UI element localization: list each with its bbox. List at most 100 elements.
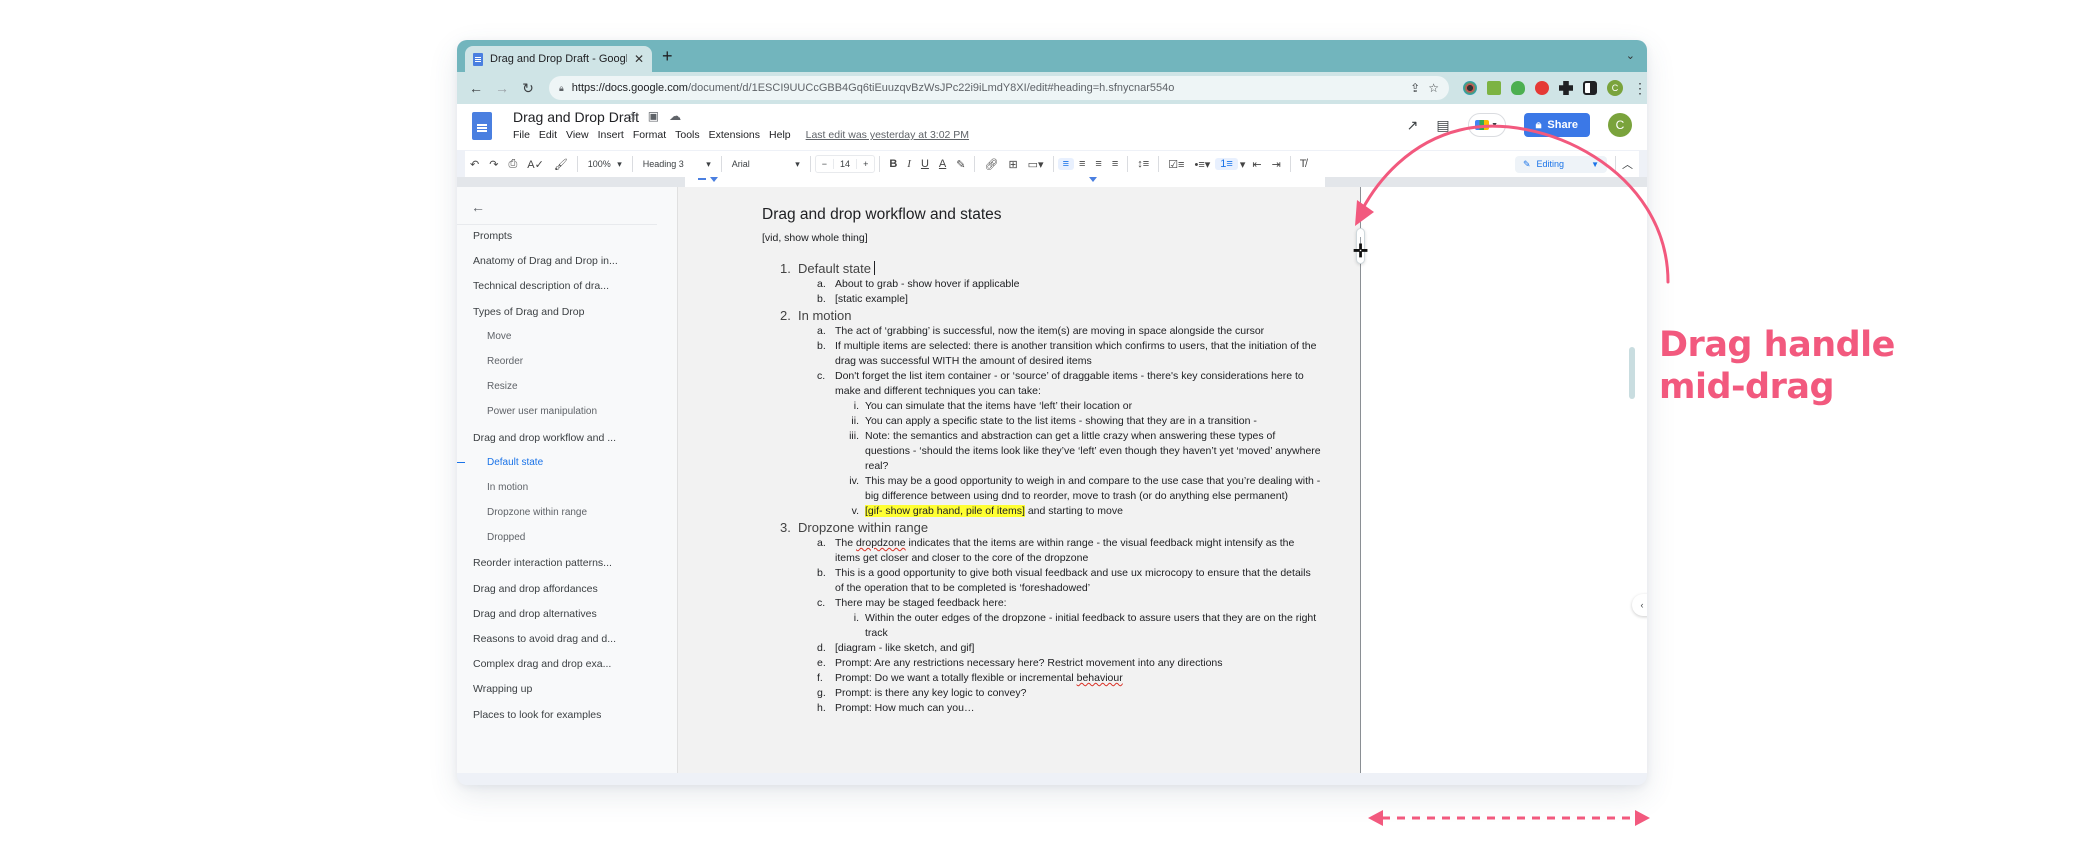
back-icon[interactable]: ←	[463, 80, 489, 96]
menu-extensions[interactable]: Extensions	[709, 129, 760, 141]
outline-item[interactable]: Power user manipulation	[457, 405, 677, 430]
outline-item[interactable]: Drag and drop workflow and ...	[457, 431, 677, 456]
share-page-icon[interactable]: ⇪	[1410, 81, 1420, 95]
menu-insert[interactable]: Insert	[598, 129, 624, 141]
close-outline-arrow-icon[interactable]: ←	[471, 199, 485, 215]
editing-mode-select[interactable]: ✎ Editing ▼	[1515, 155, 1607, 173]
menu-view[interactable]: View	[566, 129, 589, 141]
browser-menu-icon[interactable]: ⋮	[1633, 80, 1647, 97]
outline-item[interactable]: In motion	[457, 481, 677, 506]
highlight-color-icon[interactable]: ✎	[951, 158, 970, 171]
first-line-indent-marker[interactable]	[698, 178, 706, 180]
print-icon[interactable]: ⎙	[503, 158, 522, 171]
left-indent-marker[interactable]	[710, 177, 718, 182]
align-right-icon[interactable]: ≡	[1090, 158, 1106, 170]
last-edit-link[interactable]: Last edit was yesterday at 3:02 PM	[806, 129, 969, 141]
outline-item[interactable]: Technical description of dra...	[457, 279, 677, 304]
outline-item[interactable]: Resize	[457, 380, 677, 405]
outline-item[interactable]: Default state	[457, 456, 677, 481]
share-button[interactable]: 🔒︎ Share	[1523, 113, 1590, 137]
undo-icon[interactable]: ↶	[465, 158, 484, 171]
reload-icon[interactable]: ↻	[515, 80, 541, 97]
outline-item[interactable]: Wrapping up	[457, 682, 677, 707]
vertical-scrollbar[interactable]	[1629, 347, 1635, 399]
outline-item[interactable]: Dropped	[457, 531, 677, 556]
underline-button[interactable]: U	[916, 158, 934, 170]
decrease-font-size-button[interactable]: −	[816, 159, 833, 169]
menu-format[interactable]: Format	[633, 129, 666, 141]
extension-icon[interactable]	[1463, 81, 1477, 95]
side-panel-icon[interactable]	[1583, 81, 1597, 95]
increase-font-size-button[interactable]: +	[857, 159, 874, 169]
redo-icon[interactable]: ↷	[484, 158, 503, 171]
outline-item[interactable]: Anatomy of Drag and Drop in...	[457, 254, 677, 279]
align-center-icon[interactable]: ≡	[1074, 158, 1090, 170]
right-indent-marker[interactable]	[1089, 177, 1097, 182]
extension-icon[interactable]	[1535, 81, 1549, 95]
add-comment-icon[interactable]: ⊞	[1003, 158, 1022, 171]
outline-item[interactable]: Dropzone within range	[457, 506, 677, 531]
menu-help[interactable]: Help	[769, 129, 791, 141]
italic-button[interactable]: I	[902, 158, 916, 170]
paint-format-icon[interactable]: 🖌︎	[549, 158, 573, 171]
clear-formatting-icon[interactable]: T̸	[1295, 158, 1312, 170]
close-tab-icon[interactable]: ✕	[634, 52, 644, 66]
outline-item[interactable]: Types of Drag and Drop	[457, 305, 677, 330]
align-left-icon[interactable]: ≡	[1057, 158, 1074, 170]
insert-image-icon[interactable]: ▭▾	[1023, 158, 1049, 171]
document-content[interactable]: Drag and drop workflow and states [vid, …	[762, 205, 1322, 716]
style-select[interactable]: Heading 3 ▾	[637, 159, 717, 170]
decrease-indent-icon[interactable]: ⇤	[1247, 158, 1266, 171]
browser-tab[interactable]: Drag and Drop Draft - Google Docs ✕	[465, 46, 652, 72]
outline-item[interactable]: Drag and drop alternatives	[457, 607, 677, 632]
outline-item[interactable]: Prompts	[457, 229, 677, 254]
font-size-input[interactable]: 14	[833, 159, 858, 169]
justify-icon[interactable]: ≡	[1107, 158, 1123, 170]
chevron-down-icon[interactable]: ▾	[1238, 158, 1248, 171]
outline-item[interactable]: Places to look for examples	[457, 708, 677, 733]
move-folder-icon[interactable]: ▣	[648, 109, 659, 123]
outline-item[interactable]: Move	[457, 330, 677, 355]
increase-indent-icon[interactable]: ⇥	[1267, 158, 1286, 171]
checklist-icon[interactable]: ☑≡	[1163, 158, 1189, 171]
url-input[interactable]: 🔒︎ https://docs.google.com/document/d/1E…	[549, 76, 1449, 100]
new-tab-button[interactable]: +	[662, 47, 673, 65]
account-avatar[interactable]: C	[1608, 113, 1632, 137]
activity-trend-icon[interactable]: ↗	[1407, 117, 1419, 134]
outline-item[interactable]: Reorder	[457, 355, 677, 380]
numbered-list-icon[interactable]: 1≡	[1215, 158, 1238, 170]
menu-file[interactable]: File	[513, 129, 530, 141]
puzzle-extensions-icon[interactable]	[1559, 81, 1573, 95]
chevron-left-icon[interactable]: ‹	[1632, 594, 1647, 616]
comments-icon[interactable]: ▤	[1436, 117, 1449, 134]
browser-window: Drag and Drop Draft - Google Docs ✕ + ⌄ …	[457, 40, 1647, 785]
menu-edit[interactable]: Edit	[539, 129, 557, 141]
document-title[interactable]: Drag and Drop Draft	[513, 109, 639, 125]
menu-tools[interactable]: Tools	[675, 129, 700, 141]
star-icon[interactable]: ☆	[627, 109, 638, 123]
insert-link-icon[interactable]: 🔗︎	[979, 158, 1003, 171]
extension-icon[interactable]	[1487, 81, 1501, 95]
collapse-menus-icon[interactable]: ︿	[1615, 156, 1639, 172]
forward-icon[interactable]: →	[489, 80, 515, 96]
evernote-extension-icon[interactable]	[1511, 81, 1525, 95]
outline-item[interactable]: Complex drag and drop exa...	[457, 657, 677, 682]
browser-profile-avatar[interactable]: C	[1607, 80, 1623, 96]
meet-button[interactable]: ▼	[1467, 113, 1506, 137]
tab-search-chevron-icon[interactable]: ⌄	[1626, 49, 1635, 62]
google-docs-logo[interactable]	[472, 112, 492, 140]
text-color-button[interactable]: A	[934, 158, 951, 170]
document-page[interactable]: Drag and drop workflow and states [vid, …	[677, 187, 1360, 773]
outline-item[interactable]: Drag and drop affordances	[457, 582, 677, 607]
font-select[interactable]: Arial ▾	[726, 159, 806, 170]
cloud-saved-icon[interactable]: ☁	[669, 109, 681, 123]
bookmark-star-icon[interactable]: ☆	[1428, 81, 1439, 95]
bulleted-list-icon[interactable]: •≡▾	[1189, 158, 1215, 171]
panel-resize-divider[interactable]	[1360, 187, 1361, 773]
outline-item[interactable]: Reasons to avoid drag and d...	[457, 632, 677, 657]
line-spacing-icon[interactable]: ↕≡	[1132, 158, 1154, 170]
spellcheck-icon[interactable]: A✓	[522, 158, 549, 171]
outline-item[interactable]: Reorder interaction patterns...	[457, 556, 677, 581]
zoom-select[interactable]: 100% ▾	[582, 159, 628, 170]
bold-button[interactable]: B	[884, 158, 902, 170]
